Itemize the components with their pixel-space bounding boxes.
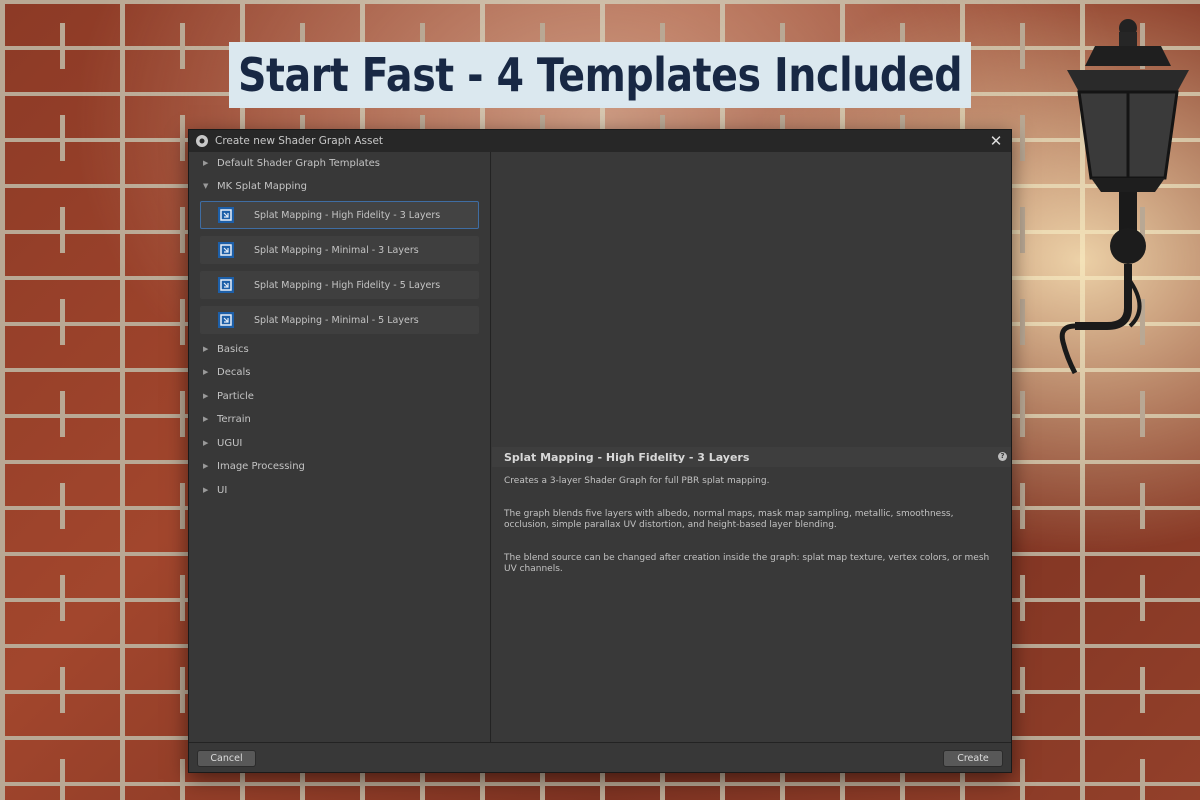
chevron-down-icon: ▼ — [203, 182, 209, 190]
headline-text: Start Fast - 4 Templates Included — [237, 48, 963, 102]
dialog-titlebar: Create new Shader Graph Asset ✕ — [189, 130, 1011, 152]
template-description-1: Creates a 3-layer Shader Graph for full … — [504, 476, 770, 486]
template-label: Splat Mapping - High Fidelity - 3 Layers — [254, 209, 441, 221]
template-label: Splat Mapping - High Fidelity - 5 Layers — [254, 279, 441, 291]
tree-item-mk-splat-mapping[interactable]: ▼ MK Splat Mapping — [189, 175, 490, 197]
tree-item-default-shader-graph-templates[interactable]: ▶ Default Shader Graph Templates — [189, 152, 490, 174]
chevron-right-icon: ▶ — [203, 368, 209, 376]
template-item-high-fidelity-3-layers[interactable]: Splat Mapping - High Fidelity - 3 Layers — [200, 201, 479, 229]
tree-item-label: Terrain — [217, 413, 251, 425]
template-label: Splat Mapping - Minimal - 5 Layers — [254, 314, 419, 326]
close-icon[interactable]: ✕ — [987, 132, 1005, 150]
tree-item-decals[interactable]: ▶ Decals — [189, 361, 490, 383]
shader-graph-icon — [218, 242, 234, 258]
shader-graph-icon — [218, 277, 234, 293]
chevron-right-icon: ▶ — [203, 415, 209, 423]
template-detail-title: Splat Mapping - High Fidelity - 3 Layers — [504, 450, 750, 464]
chevron-right-icon: ▶ — [203, 159, 209, 167]
tree-item-label: Default Shader Graph Templates — [217, 157, 381, 169]
chevron-right-icon: ▶ — [203, 392, 209, 400]
tree-item-label: UI — [217, 484, 228, 496]
template-item-minimal-5-layers[interactable]: Splat Mapping - Minimal - 5 Layers — [200, 306, 479, 334]
headline-banner: Start Fast - 4 Templates Included — [229, 42, 971, 108]
tree-item-label: Decals — [217, 366, 251, 378]
chevron-right-icon: ▶ — [203, 486, 209, 494]
tree-item-image-processing[interactable]: ▶ Image Processing — [189, 455, 490, 477]
tree-item-label: MK Splat Mapping — [217, 180, 307, 192]
dialog-title: Create new Shader Graph Asset — [215, 135, 384, 147]
template-item-high-fidelity-5-layers[interactable]: Splat Mapping - High Fidelity - 5 Layers — [200, 271, 479, 299]
template-label: Splat Mapping - Minimal - 3 Layers — [254, 244, 419, 256]
street-lamp-image — [1059, 19, 1189, 375]
dialog-footer: Cancel Create — [189, 742, 1011, 772]
tree-item-label: UGUI — [217, 437, 243, 449]
template-tree: ▶ Default Shader Graph Templates ▼ MK Sp… — [189, 152, 491, 744]
shader-graph-icon — [218, 207, 234, 223]
help-icon[interactable]: ? — [998, 452, 1007, 461]
template-item-minimal-3-layers[interactable]: Splat Mapping - Minimal - 3 Layers — [200, 236, 479, 264]
tree-item-ui[interactable]: ▶ UI — [189, 479, 490, 501]
tree-item-label: Particle — [217, 390, 254, 402]
shader-graph-icon — [218, 312, 234, 328]
chevron-right-icon: ▶ — [203, 439, 209, 447]
cancel-button[interactable]: Cancel — [197, 750, 256, 767]
create-shader-graph-dialog: Create new Shader Graph Asset ✕ ▶ Defaul… — [188, 129, 1012, 773]
create-button[interactable]: Create — [943, 750, 1003, 767]
template-description-3: The blend source can be changed after cr… — [504, 553, 990, 574]
template-preview-area — [492, 152, 1011, 447]
chevron-right-icon: ▶ — [203, 345, 209, 353]
template-description-2: The graph blends five layers with albedo… — [504, 509, 954, 530]
template-details-pane: Splat Mapping - High Fidelity - 3 Layers… — [492, 152, 1011, 744]
tree-item-ugui[interactable]: ▶ UGUI — [189, 432, 490, 454]
unity-icon — [196, 135, 208, 147]
tree-item-label: Image Processing — [217, 460, 305, 472]
tree-item-basics[interactable]: ▶ Basics — [189, 338, 490, 360]
template-detail-header: Splat Mapping - High Fidelity - 3 Layers… — [492, 447, 1011, 467]
tree-item-label: Basics — [217, 343, 249, 355]
chevron-right-icon: ▶ — [203, 462, 209, 470]
tree-item-terrain[interactable]: ▶ Terrain — [189, 408, 490, 430]
tree-item-particle[interactable]: ▶ Particle — [189, 385, 490, 407]
